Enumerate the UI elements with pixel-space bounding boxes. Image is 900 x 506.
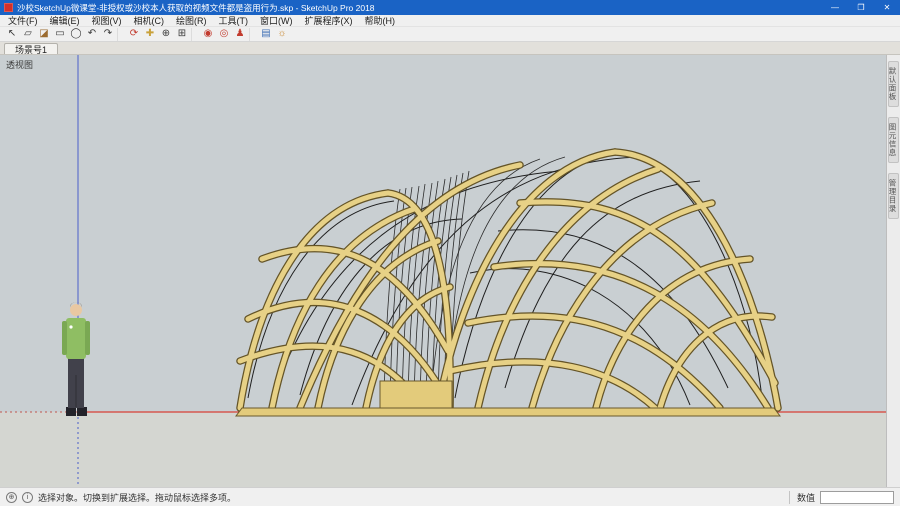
styles-icon[interactable]: ▤ [258, 28, 274, 41]
toolbar-separator [249, 27, 256, 41]
model-pedestal [379, 380, 453, 409]
toolbar-separator [191, 27, 198, 41]
menu-item-draw[interactable]: 绘图(R) [170, 14, 213, 27]
menu-item-help[interactable]: 帮助(H) [359, 14, 402, 27]
toolbar: ↖ ▱ ◪ ▭ ◯ ↶ ↷ ⟳ ✚ ⊕ ⊞ ◉ ◎ ♟ ▤ ☼ [0, 27, 900, 42]
zoom-tool-icon[interactable]: ⊕ [158, 28, 174, 41]
shadows-icon[interactable]: ☼ [274, 28, 290, 41]
zoom-extents-icon[interactable]: ⊞ [174, 28, 190, 41]
scene-tab-1[interactable]: 场景号1 [4, 43, 59, 55]
status-hint-text: 选择对象。切换到扩展选择。拖动鼠标选择多项。 [38, 492, 237, 503]
credits-icon[interactable]: i [22, 491, 33, 503]
title-bar: 沙校SketchUp微课堂-非授权或沙校本人获取的视频文件都是盗用行为.skp … [0, 0, 900, 15]
menu-item-view[interactable]: 视图(V) [86, 14, 128, 27]
menu-item-window[interactable]: 窗口(W) [254, 14, 299, 27]
menu-item-tools[interactable]: 工具(T) [213, 14, 255, 27]
status-bar: ⊕ i 选择对象。切换到扩展选择。拖动鼠标选择多项。 数值 [0, 487, 900, 506]
camera-type-label: 透视图 [6, 60, 34, 70]
menu-bar: 文件(F) 编辑(E) 视图(V) 相机(C) 绘图(R) 工具(T) 窗口(W… [0, 15, 900, 27]
pan-tool-icon[interactable]: ✚ [142, 28, 158, 41]
toolbar-separator [117, 27, 124, 41]
position-camera-icon[interactable]: ◉ [200, 28, 216, 41]
orbit-tool-icon[interactable]: ⟳ [126, 28, 142, 41]
tray-tab-default-panel[interactable]: 默认面板 [888, 61, 899, 107]
ground [0, 412, 886, 487]
close-button[interactable]: ✕ [874, 0, 900, 15]
measurement-label: 数值 [788, 490, 815, 504]
menu-item-extensions[interactable]: 扩展程序(X) [299, 14, 359, 27]
scene-tab-bar: 场景号1 [0, 42, 900, 55]
window-controls: — ❐ ✕ [822, 0, 900, 15]
rectangle-tool-icon[interactable]: ▭ [52, 28, 68, 41]
redo-icon[interactable]: ↷ [100, 28, 116, 41]
geolocation-icon[interactable]: ⊕ [6, 491, 17, 503]
paint-bucket-icon[interactable]: ◪ [36, 28, 52, 41]
side-tray: 默认面板 图元信息 管理目录 [886, 55, 900, 487]
window-title: 沙校SketchUp微课堂-非授权或沙校本人获取的视频文件都是盗用行为.skp … [17, 2, 375, 13]
undo-icon[interactable]: ↶ [84, 28, 100, 41]
menu-item-camera[interactable]: 相机(C) [128, 14, 171, 27]
walk-tool-icon[interactable]: ♟ [232, 28, 248, 41]
select-tool-icon[interactable]: ↖ [4, 28, 20, 41]
model-canvas[interactable] [0, 55, 886, 487]
look-around-icon[interactable]: ◎ [216, 28, 232, 41]
tray-tab-entity-info[interactable]: 图元信息 [888, 117, 899, 163]
menu-item-file[interactable]: 文件(F) [2, 14, 44, 27]
menu-item-edit[interactable]: 编辑(E) [44, 14, 86, 27]
model-viewport[interactable]: 透视图 [0, 55, 886, 487]
measurement-input[interactable] [820, 490, 894, 504]
eraser-tool-icon[interactable]: ▱ [20, 28, 36, 41]
sketchup-window: { "window": { "title": "沙校SketchUp微课堂-非授… [0, 0, 900, 506]
minimize-button[interactable]: — [822, 0, 848, 15]
maximize-button[interactable]: ❐ [848, 0, 874, 15]
sketchup-logo-icon [4, 3, 13, 12]
circle-tool-icon[interactable]: ◯ [68, 28, 84, 41]
model-base [235, 407, 781, 417]
tray-tab-outliner[interactable]: 管理目录 [888, 173, 899, 219]
